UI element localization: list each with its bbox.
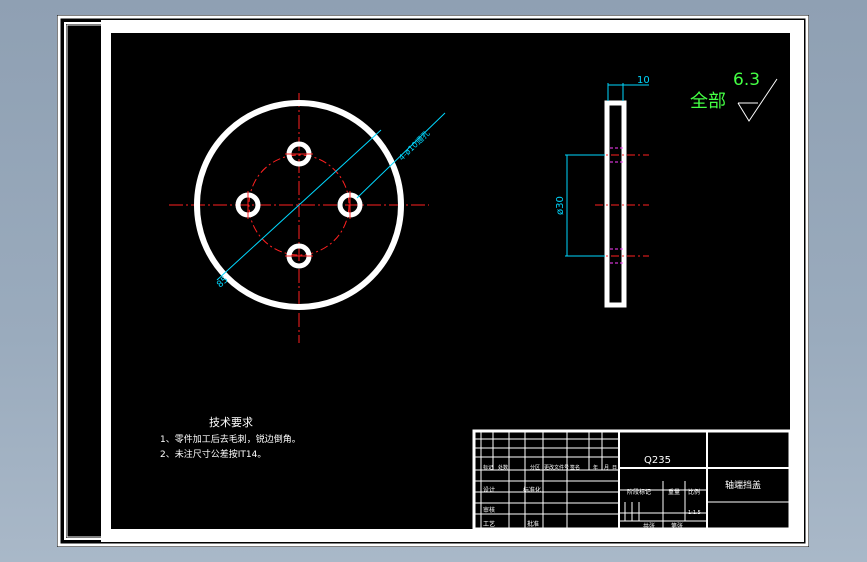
drawing-sheet: 85 4-ø10通孔 ø30 10 全部 6.3 技术要求 1、零件加工后去毛刺… [57,15,809,547]
tb-label-sheet-no: 第张 [671,522,683,530]
tb-label-design: 设计 [483,486,495,494]
tb-label-change-doc: 更改文件号 [544,464,569,471]
tb-label-year: 年 [593,464,598,471]
tech-requirements-title: 技术要求 [209,416,253,429]
cad-drawing: 85 4-ø10通孔 ø30 10 全部 6.3 技术要求 1、零件加工后去毛刺… [57,15,809,547]
thickness-dim-label: 10 [637,75,650,86]
tb-label-mark: 标记 [483,464,493,471]
roughness-prefix: 全部 [690,91,726,112]
tb-scale-value: 1:1.5 [688,510,701,516]
tb-label-signature: 签名 [570,464,580,471]
tb-label-zone: 分区 [530,464,540,471]
tb-label-count: 处数 [498,464,508,471]
tb-label-process: 工艺 [483,520,495,528]
tb-label-stage-mark: 阶段标记 [627,488,651,496]
tech-requirement-1: 1、零件加工后去毛刺，锐边倒角。 [160,433,301,445]
hole-callout-label: 4-ø10通孔 [396,128,431,162]
tb-part-name: 轴端挡盖 [725,479,761,491]
tb-label-standardization: 标准化 [523,486,541,494]
bottom-margin-strip [111,529,804,542]
front-view: 85 4-ø10通孔 [169,93,446,343]
roughness-symbol: 全部 6.3 [690,70,778,122]
tech-requirement-2: 2、未注尺寸公差按IT14。 [160,448,266,460]
tb-label-month: 月 [604,465,609,471]
binding-margin-strip [101,20,111,542]
tb-label-scale: 比例 [688,488,700,496]
tech-requirements: 技术要求 1、零件加工后去毛刺，锐边倒角。 2、未注尺寸公差按IT14。 [160,416,301,460]
top-margin-strip [111,20,804,33]
tb-label-review: 审核 [483,506,495,514]
tb-label-sheets-total: 共张 [643,522,655,530]
roughness-value: 6.3 [733,70,760,90]
tb-label-day: 日 [612,465,617,471]
side-plate-outline [604,100,627,308]
tb-label-approve: 批准 [527,520,539,528]
tb-material: Q235 [644,455,671,466]
tb-label-weight: 重量 [668,488,680,496]
side-view: ø30 10 [555,75,650,308]
right-margin-strip [790,20,804,542]
title-block [472,429,792,531]
pitch-dim-label: ø30 [555,196,566,215]
